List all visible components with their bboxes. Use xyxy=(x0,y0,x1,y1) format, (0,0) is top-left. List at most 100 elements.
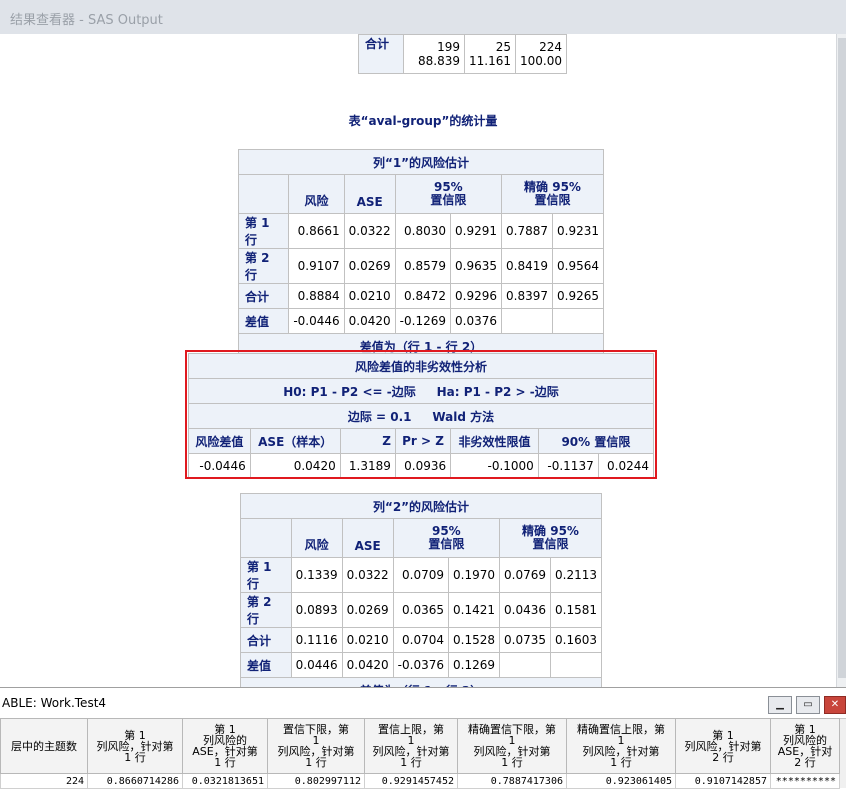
col-header-ci: 95% 置信限 xyxy=(394,174,503,214)
cell: 0.0210 xyxy=(341,627,394,653)
freq-total-table: 合计 199 25 224 88.839 11.161 100.00 xyxy=(358,34,567,74)
highlight-box xyxy=(185,350,657,479)
close-button[interactable]: ✕ xyxy=(824,696,846,714)
column-header[interactable]: 层中的主题数 xyxy=(0,718,88,774)
cell: 0.8661 xyxy=(288,213,345,249)
cell: -0.0446 xyxy=(288,308,345,334)
grid-cell[interactable]: 0.9291457452 xyxy=(364,773,458,789)
cell: 0.1603 xyxy=(550,627,602,653)
exact-ci-line2: 置信限 xyxy=(534,193,571,207)
scrollbar-thumb[interactable] xyxy=(838,38,846,678)
column-header-label: 置信上限，第 1 列风险，针对第 1 行 xyxy=(372,723,450,769)
minimize-icon: ▁ xyxy=(776,699,784,710)
column-header[interactable]: 精确置信下限，第 1 列风险，针对第 1 行 xyxy=(457,718,567,774)
risk-table-footer: 差值为（行 1 - 行 2） xyxy=(240,677,602,687)
col-header-ci: 95% 置信限 xyxy=(392,518,501,558)
column-header[interactable]: 置信下限，第 1 列风险，针对第 1 行 xyxy=(267,718,365,774)
cell: 0.9291 xyxy=(450,213,502,249)
cell: 0.0322 xyxy=(341,557,394,593)
exact-ci-line2: 置信限 xyxy=(532,537,569,551)
ci-line2: 置信限 xyxy=(430,193,467,207)
cell: 0.0376 xyxy=(450,308,502,334)
grid-cell[interactable]: 0.7887417306 xyxy=(457,773,567,789)
freq-total-label: 合计 xyxy=(358,34,404,74)
grid-cell[interactable]: 224 xyxy=(0,773,88,789)
column-header[interactable]: 第 1 列风险，针对第 2 行 xyxy=(675,718,771,774)
row-header: 差值 xyxy=(240,652,292,678)
freq-cell: 25 xyxy=(464,34,516,54)
cell: 0.0420 xyxy=(341,652,394,678)
cell: 0.0420 xyxy=(343,308,396,334)
cell: 0.1421 xyxy=(448,592,500,628)
cell: 0.0436 xyxy=(499,592,551,628)
vertical-scrollbar[interactable] xyxy=(836,34,846,687)
cell: 0.1581 xyxy=(550,592,602,628)
column-header[interactable]: 第 1 列风险的 ASE，针对第 1 行 xyxy=(182,718,268,774)
cell: 0.1269 xyxy=(448,652,500,678)
cell: 0.0210 xyxy=(343,283,396,309)
cell: 0.7887 xyxy=(501,213,553,249)
column-header[interactable]: 置信上限，第 1 列风险，针对第 1 行 xyxy=(364,718,458,774)
window-titlebar: 结果查看器 - SAS Output xyxy=(0,0,846,35)
grid-cell[interactable]: 0.0321813651 xyxy=(182,773,268,789)
cell: 0.1339 xyxy=(290,557,343,593)
cell: 0.0704 xyxy=(392,627,450,653)
cell: 0.2113 xyxy=(550,557,602,593)
cell: 0.0893 xyxy=(290,592,343,628)
cell: 0.9635 xyxy=(450,248,502,284)
column-header[interactable]: 精确置信上限，第 1 列风险，针对第 1 行 xyxy=(566,718,676,774)
exact-ci-line1: 精确 95% xyxy=(524,180,581,194)
cell xyxy=(552,308,604,334)
cell: 0.8419 xyxy=(501,248,553,284)
window-title: 结果查看器 - SAS Output xyxy=(10,13,163,28)
ci-line1: 95% xyxy=(433,180,463,194)
grid-cell[interactable]: 0.923061405 xyxy=(566,773,676,789)
column-header-label: 置信下限，第 1 列风险，针对第 1 行 xyxy=(277,723,355,769)
exact-ci-line1: 精确 95% xyxy=(522,524,579,538)
corner-cell xyxy=(237,174,290,214)
row-header: 第 2 行 xyxy=(240,592,292,628)
column-header[interactable]: 第 1 列风险的 ASE，针对 2 行 xyxy=(770,718,840,774)
row-header: 第 1 行 xyxy=(237,213,290,249)
column-header-label: 第 1 列风险，针对第 1 行 xyxy=(96,728,174,764)
column-header-label: 精确置信上限，第 1 列风险，针对第 1 行 xyxy=(577,723,665,769)
risk-table-title: 列“1”的风险估计 xyxy=(238,149,604,175)
cell: 0.0365 xyxy=(392,592,450,628)
grid-cell[interactable]: ********** xyxy=(770,773,840,789)
results-viewer-pane: 合计 199 25 224 88.839 11.161 100.00 表“ava… xyxy=(0,34,846,687)
maximize-button[interactable]: ▭ xyxy=(796,696,820,714)
grid-cell[interactable]: 0.9107142857 xyxy=(675,773,771,789)
cell xyxy=(550,652,602,678)
cell: 0.0735 xyxy=(499,627,551,653)
cell: -0.0376 xyxy=(392,652,450,678)
column-header-label: 第 1 列风险的 ASE，针对 2 行 xyxy=(777,723,833,769)
cell: 0.8030 xyxy=(394,213,452,249)
col-header-exact-ci: 精确 95% 置信限 xyxy=(499,518,602,558)
corner-cell xyxy=(240,518,292,558)
column-header[interactable]: 第 1 列风险，针对第 1 行 xyxy=(87,718,183,774)
pct-cell: 88.839 xyxy=(403,54,465,74)
maximize-icon: ▭ xyxy=(803,699,813,710)
freq-cell: 224 xyxy=(515,34,567,54)
cell: 0.1970 xyxy=(448,557,500,593)
column-header-label: 第 1 列风险的 ASE，针对第 1 行 xyxy=(192,723,258,769)
cell xyxy=(501,308,553,334)
minimize-button[interactable]: ▁ xyxy=(768,696,792,714)
cell: 0.1116 xyxy=(290,627,343,653)
cell: 0.9296 xyxy=(450,283,502,309)
cell: 0.8884 xyxy=(288,283,345,309)
grid-cell[interactable]: 0.802997112 xyxy=(267,773,365,789)
col-header-risk: 风险 xyxy=(290,518,343,558)
cell: -0.1269 xyxy=(394,308,452,334)
grid-cell[interactable]: 0.8660714286 xyxy=(87,773,183,789)
cell: 0.1528 xyxy=(448,627,500,653)
cell: 0.9564 xyxy=(552,248,604,284)
table-row: 224 0.8660714286 0.0321813651 0.80299711… xyxy=(0,773,840,789)
ci-line2: 置信限 xyxy=(428,537,465,551)
row-header: 合计 xyxy=(237,283,290,309)
col-header-ase: ASE xyxy=(341,518,394,558)
cell: 0.9231 xyxy=(552,213,604,249)
ci-line1: 95% xyxy=(431,524,461,538)
cell: 0.8472 xyxy=(394,283,452,309)
cell: 0.0269 xyxy=(343,248,396,284)
